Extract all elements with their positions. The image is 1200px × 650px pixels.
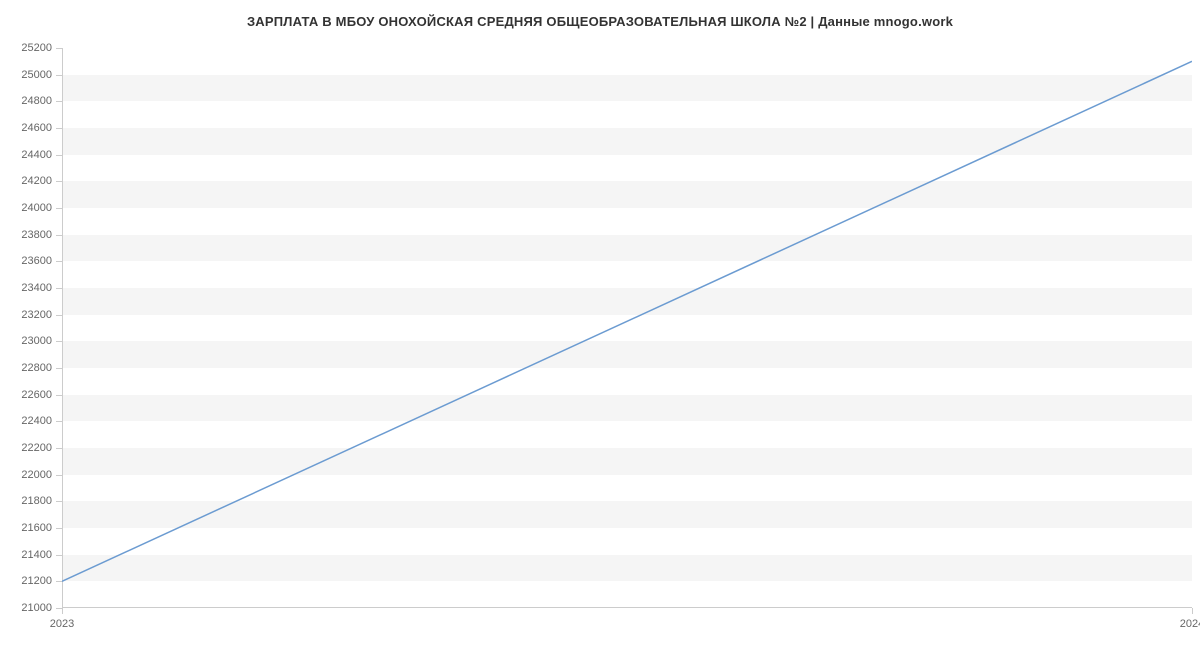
- y-axis-label: 22000: [21, 469, 52, 481]
- y-axis-label: 23600: [21, 255, 52, 267]
- x-axis-label: 2024: [1180, 618, 1200, 630]
- y-axis-label: 22400: [21, 415, 52, 427]
- grid-band: [62, 555, 1192, 582]
- y-axis-label: 24800: [21, 95, 52, 107]
- y-axis-label: 24600: [21, 122, 52, 134]
- grid-band: [62, 128, 1192, 155]
- y-axis-label: 21200: [21, 575, 52, 587]
- x-tick: [1192, 608, 1193, 614]
- y-axis-label: 23800: [21, 229, 52, 241]
- grid-band: [62, 341, 1192, 368]
- y-axis-label: 22200: [21, 442, 52, 454]
- y-axis-label: 25000: [21, 69, 52, 81]
- grid-band: [62, 395, 1192, 422]
- y-axis: [62, 48, 63, 608]
- grid-band: [62, 448, 1192, 475]
- y-axis-label: 22800: [21, 362, 52, 374]
- y-axis-label: 23400: [21, 282, 52, 294]
- grid-band: [62, 235, 1192, 262]
- y-axis-label: 21800: [21, 495, 52, 507]
- grid-band: [62, 501, 1192, 528]
- x-axis: [62, 607, 1192, 608]
- x-tick: [62, 608, 63, 614]
- y-axis-label: 23000: [21, 335, 52, 347]
- y-axis-label: 24400: [21, 149, 52, 161]
- y-axis-label: 24000: [21, 202, 52, 214]
- chart-title: ЗАРПЛАТА В МБОУ ОНОХОЙСКАЯ СРЕДНЯЯ ОБЩЕО…: [0, 0, 1200, 29]
- grid-band: [62, 181, 1192, 208]
- y-axis-label: 24200: [21, 175, 52, 187]
- y-axis-label: 21400: [21, 549, 52, 561]
- y-axis-label: 21000: [21, 602, 52, 614]
- y-axis-label: 21600: [21, 522, 52, 534]
- chart-plot-area: 2100021200214002160021800220002220022400…: [62, 48, 1192, 608]
- y-axis-label: 23200: [21, 309, 52, 321]
- y-axis-label: 22600: [21, 389, 52, 401]
- x-axis-label: 2023: [50, 618, 74, 630]
- grid-band: [62, 75, 1192, 102]
- grid-band: [62, 288, 1192, 315]
- y-axis-label: 25200: [21, 42, 52, 54]
